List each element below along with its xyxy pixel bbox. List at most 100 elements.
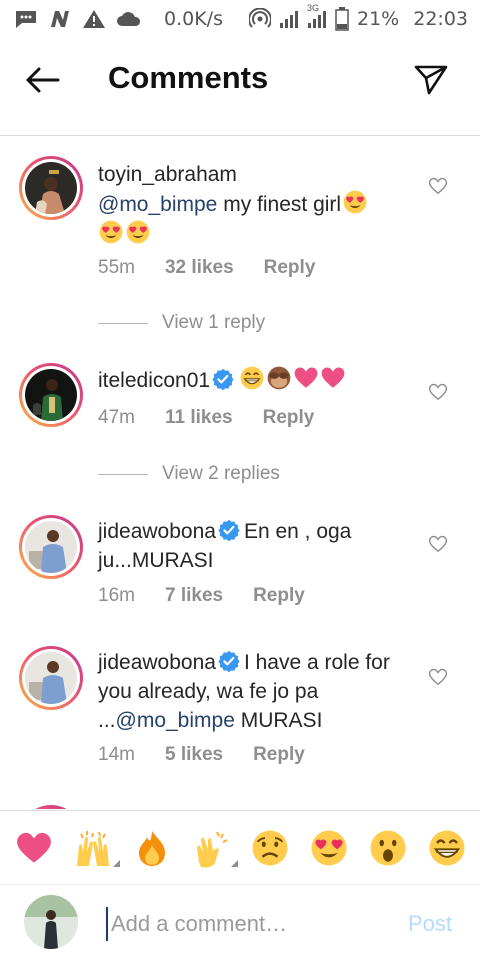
share-button[interactable] [412,62,450,98]
comment-meta: 16m 7 likes Reply [98,585,305,607]
post-button[interactable]: Post [408,911,452,937]
comment-username[interactable]: jideawobona [98,520,216,543]
grin-sweat-icon [239,365,265,391]
emoji-open-mouth-button[interactable] [365,825,411,871]
reply-button[interactable]: Reply [264,257,316,279]
emoji-grin-button[interactable] [424,825,470,871]
avatar [24,895,78,949]
heart-eyes-icon [98,219,124,245]
comment-time: 47m [98,407,135,428]
status-bar: 0.0K/s 3G 21% 22:03 [0,0,480,38]
comments-list: toyin_abraham @mo_bimpe my finest girl 5… [0,137,480,809]
emoji-quick-bar [0,810,480,884]
clap-icon [196,831,227,867]
heart-icon [293,365,319,391]
comment-likes[interactable]: 32 likes [165,257,234,279]
comment-meta: 55m 32 likes Reply [98,257,315,279]
comment-text: jideawobona I have a role for you already… [98,648,410,735]
clock: 22:03 [413,8,468,30]
reply-button[interactable]: Reply [263,407,315,429]
comment-text: jideawobona En en , oga ju...MURASI [98,517,410,575]
view-replies-button[interactable]: View 1 reply [98,312,265,334]
comment-username[interactable]: toyin_abraham [98,163,237,186]
comment-input[interactable] [106,907,386,941]
verified-badge-icon [212,368,234,390]
disappointed-icon [252,830,287,865]
emoji-fire-button[interactable] [129,825,175,871]
comment-likes[interactable]: 11 likes [165,407,233,429]
view-replies-button[interactable]: View 2 replies [98,463,280,485]
comment-username[interactable]: iteledicon01 [98,369,210,392]
battery-level: 21% [357,8,400,30]
like-comment-button[interactable] [428,383,448,401]
grin-icon [427,828,467,868]
divider [98,473,148,475]
avatar[interactable] [19,156,83,220]
back-arrow-icon [26,67,60,93]
heart-outline-icon [428,177,448,195]
compose-bar: Post [0,884,480,960]
see-no-evil-icon [266,365,292,391]
comment-username[interactable]: jideawobona [98,651,216,674]
comment-text: toyin_abraham @mo_bimpe my finest girl [98,160,410,249]
emoji-heart-eyes-button[interactable] [306,825,352,871]
heart-eyes-icon [125,219,151,245]
heart-outline-icon [428,535,448,553]
warning-icon [82,9,106,29]
verified-badge-icon [218,650,240,672]
view-replies-label: View 2 replies [162,463,280,484]
battery-icon [335,7,349,31]
hotspot-icon [249,8,271,30]
comment-meta: 47m 11 likes Reply [98,407,314,429]
comment-likes[interactable]: 7 likes [165,585,223,607]
message-icon [14,9,38,29]
emoji-raised-hands-button[interactable] [70,825,120,871]
heart-outline-icon [428,383,448,401]
like-comment-button[interactable] [428,177,448,195]
network-label: 3G [307,3,320,13]
emoji-disappointed-button[interactable] [247,825,293,871]
comment-message: my finest girl [217,193,342,216]
heart-icon [320,365,346,391]
comment-likes[interactable]: 5 likes [165,744,223,766]
comment-time: 55m [98,257,135,278]
like-comment-button[interactable] [428,535,448,553]
signal-3g-icon: 3G [307,3,327,29]
avatar[interactable] [19,363,83,427]
avatar[interactable] [19,515,83,579]
back-button[interactable] [22,64,62,96]
reply-button[interactable]: Reply [253,744,305,766]
fire-icon [138,830,165,866]
raised-hands-icon [76,830,109,866]
variant-indicator [230,859,238,867]
comment-time: 16m [98,585,135,606]
comment-message-end: MURASI [234,709,323,732]
divider [98,322,148,324]
comment-time: 14m [98,744,135,765]
mention-link[interactable]: @mo_bimpe [98,193,217,216]
signal-icon [279,9,299,29]
heart-outline-icon [428,668,448,686]
direct-share-icon [414,65,448,95]
network-speed: 0.0K/s [164,8,223,30]
n-icon [48,9,72,29]
comment-meta: 14m 5 likes Reply [98,744,305,766]
avatar[interactable] [19,646,83,710]
header: Comments [0,38,480,136]
view-replies-label: View 1 reply [162,312,266,333]
page-title: Comments [108,60,269,95]
verified-badge-icon [218,519,240,541]
emoji-heart-button[interactable] [11,825,57,871]
like-comment-button[interactable] [428,668,448,686]
open-mouth-icon [370,830,405,865]
heart-eyes-icon [309,828,349,868]
mention-link[interactable]: @mo_bimpe [116,709,235,732]
heart-icon [16,832,51,863]
cloud-icon [116,9,142,29]
emoji-clap-button[interactable] [188,825,238,871]
heart-eyes-icon [342,189,368,215]
variant-indicator [112,859,120,867]
avatar[interactable] [19,805,83,809]
comment-text: iteledicon01 [98,365,410,395]
reply-button[interactable]: Reply [253,585,305,607]
